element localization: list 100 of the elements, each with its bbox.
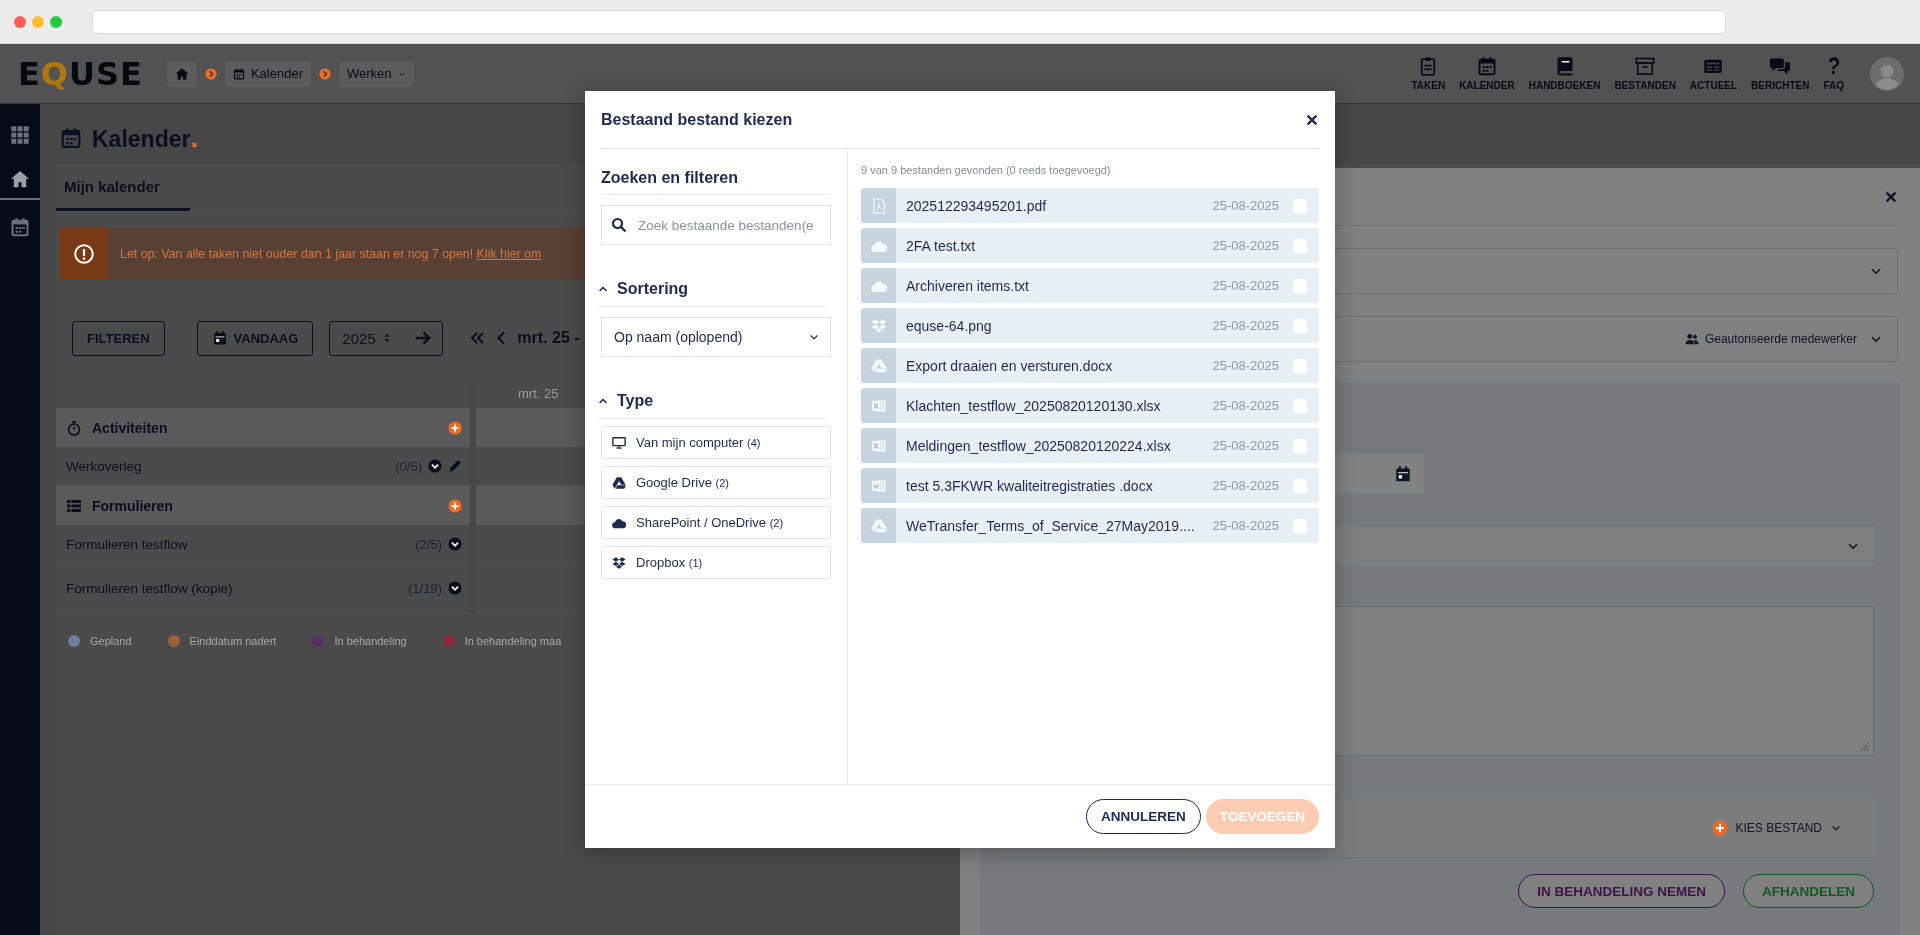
cancel-button[interactable]: ANNULEREN [1085,799,1201,834]
file-date: 25-08-2025 [1212,318,1279,333]
legend-label: In behandeling [334,635,407,647]
spreadsheet-icon [870,397,887,414]
plus-icon [448,420,462,435]
box-logo-icon [870,317,887,334]
choose-file-button[interactable]: KIES BESTAND [1705,818,1848,837]
chevron-down-icon [448,537,462,551]
triangle-logo-icon [870,357,887,374]
add-button[interactable] [448,420,462,435]
period-label: mrt. 25 - [517,329,580,347]
chevron-right-icon [319,67,331,80]
section-toggle[interactable]: Type [597,383,827,419]
file-name: 2FA test.txt [905,237,977,254]
nav-link[interactable]: TAKEN [1411,56,1446,91]
file-row[interactable]: Meldingen_testflow_20250820120224.xlsx 25-08-2025 [861,428,1319,463]
address-bar[interactable] [92,9,1726,34]
nav-link[interactable]: HANDBOEKEN [1528,56,1601,91]
list-icon [66,497,82,514]
search-field[interactable]: Zoek bestaande bestanden(e [601,205,831,245]
results-summary: 9 van 9 bestanden gevonden (0 reeds toegevoegd) [861,164,1112,176]
file-date: 25-08-2025 [1212,238,1279,253]
calendar-icon [60,127,82,149]
file-row[interactable]: 2FA test.txt 25-08-2025 [861,228,1319,263]
window-control-icon[interactable] [14,15,26,28]
file-row[interactable]: Archiveren items.txt 25-08-2025 [861,268,1319,303]
file-date: 25-08-2025 [1212,278,1279,293]
home-icon [174,66,189,81]
today-button[interactable]: VANDAAG [196,320,314,356]
exclamation-icon [74,244,94,264]
file-date: 25-08-2025 [1212,198,1279,213]
legend-label: Einddatum nadert [189,635,277,647]
nav-link[interactable]: BERICHTEN [1751,56,1810,91]
logo[interactable]: EQUSE [18,54,143,93]
file-date: 25-08-2025 [1212,438,1279,453]
nav-link[interactable]: BESTANDEN [1614,56,1676,91]
breadcrumb-dropdown[interactable]: Werken [339,60,414,87]
triangle-logo-icon [870,517,887,534]
avatar-icon[interactable] [1870,56,1904,91]
file-name: WeTransfer_Terms_of_Service_27May2019.... [905,517,1196,534]
file-name: Meldingen_testflow_20250820120224.xlsx [905,437,1172,454]
file-name: test 5.3FKWR kwaliteitregistraties .docx [905,477,1154,494]
plus-icon [448,498,462,513]
row-label: Werkoverleg [66,458,143,474]
chevron-down-icon [448,581,462,595]
plus-icon [1711,819,1728,836]
filter-option[interactable]: SharePoint / OneDrive (2) [601,506,831,539]
file-icon [870,197,887,214]
filter-button[interactable]: FILTEREN [72,320,165,356]
calendar-icon [211,330,228,346]
expand-button[interactable] [448,581,462,595]
nav-link[interactable]: ACTUEEL [1689,56,1738,91]
file-row[interactable]: Klachten_testflow_20250820120130.xlsx 25-08-2025 [861,388,1319,423]
monitor-icon [612,435,626,450]
filter-option[interactable]: Google Drive (2) [601,466,831,499]
tab[interactable]: Mijn kalender [56,164,190,211]
stopwatch-icon [66,419,82,436]
action-button[interactable]: IN BEHANDELING NEMEN [1518,874,1725,908]
add-button[interactable] [448,498,462,513]
calendar-icon [1394,465,1412,483]
filter-option[interactable]: Van mijn computer (4) [601,426,831,459]
expand-button[interactable] [428,459,442,473]
window-control-icon[interactable] [50,15,62,28]
expand-button[interactable] [448,537,462,551]
pencil-icon [448,459,462,473]
file-row[interactable]: WeTransfer_Terms_of_Service_27May2019.... 25-08-2025 [861,508,1319,543]
file-row[interactable]: equse-64.png 25-08-2025 [861,308,1319,343]
close-icon [1884,189,1898,204]
filter-option[interactable]: Dropbox (1) [601,546,831,579]
search-icon [611,217,627,233]
legend-label: In behandeling maa [464,635,562,647]
nav-link[interactable]: FAQ [1823,56,1844,91]
file-name: Klachten_testflow_20250820120130.xlsx [905,397,1162,414]
calendar-icon [10,217,30,237]
group-title: Formulieren [92,497,174,514]
section-heading: Zoeken en filteren [601,161,831,195]
chevron-right-icon [204,67,217,80]
close-button[interactable] [1305,112,1319,127]
nav-link[interactable]: KALENDER [1459,56,1515,91]
double-chevron-left-icon [469,330,486,346]
file-row[interactable]: test 5.3FKWR kwaliteitregistraties .docx 25-08-2025 [861,468,1319,503]
calendar-icon [1476,56,1497,76]
edit-button[interactable] [448,459,462,473]
document-icon [870,477,887,494]
file-date: 25-08-2025 [1212,518,1279,533]
section-toggle[interactable]: Sortering [597,271,827,307]
file-row[interactable]: 202512293495201.pdf 25-08-2025 [861,188,1319,223]
file-row[interactable]: Export draaien en versturen.docx 25-08-2025 [861,348,1319,383]
resize-handle-icon[interactable] [1858,740,1870,752]
window-control-icon[interactable] [32,15,44,28]
legend-label: Gepland [90,635,132,647]
triangle-logo-icon [612,475,626,490]
first-button[interactable] [469,330,486,346]
row-label: Formulieren testflow [66,536,189,552]
spreadsheet-icon [870,437,887,454]
breadcrumb-link[interactable]: Kalender [224,60,311,87]
sort-select[interactable]: Op naam (oplopend) [601,317,831,357]
alert-link[interactable]: Klik hier om [476,247,542,261]
home-button[interactable] [166,60,197,87]
close-icon [1305,112,1319,127]
